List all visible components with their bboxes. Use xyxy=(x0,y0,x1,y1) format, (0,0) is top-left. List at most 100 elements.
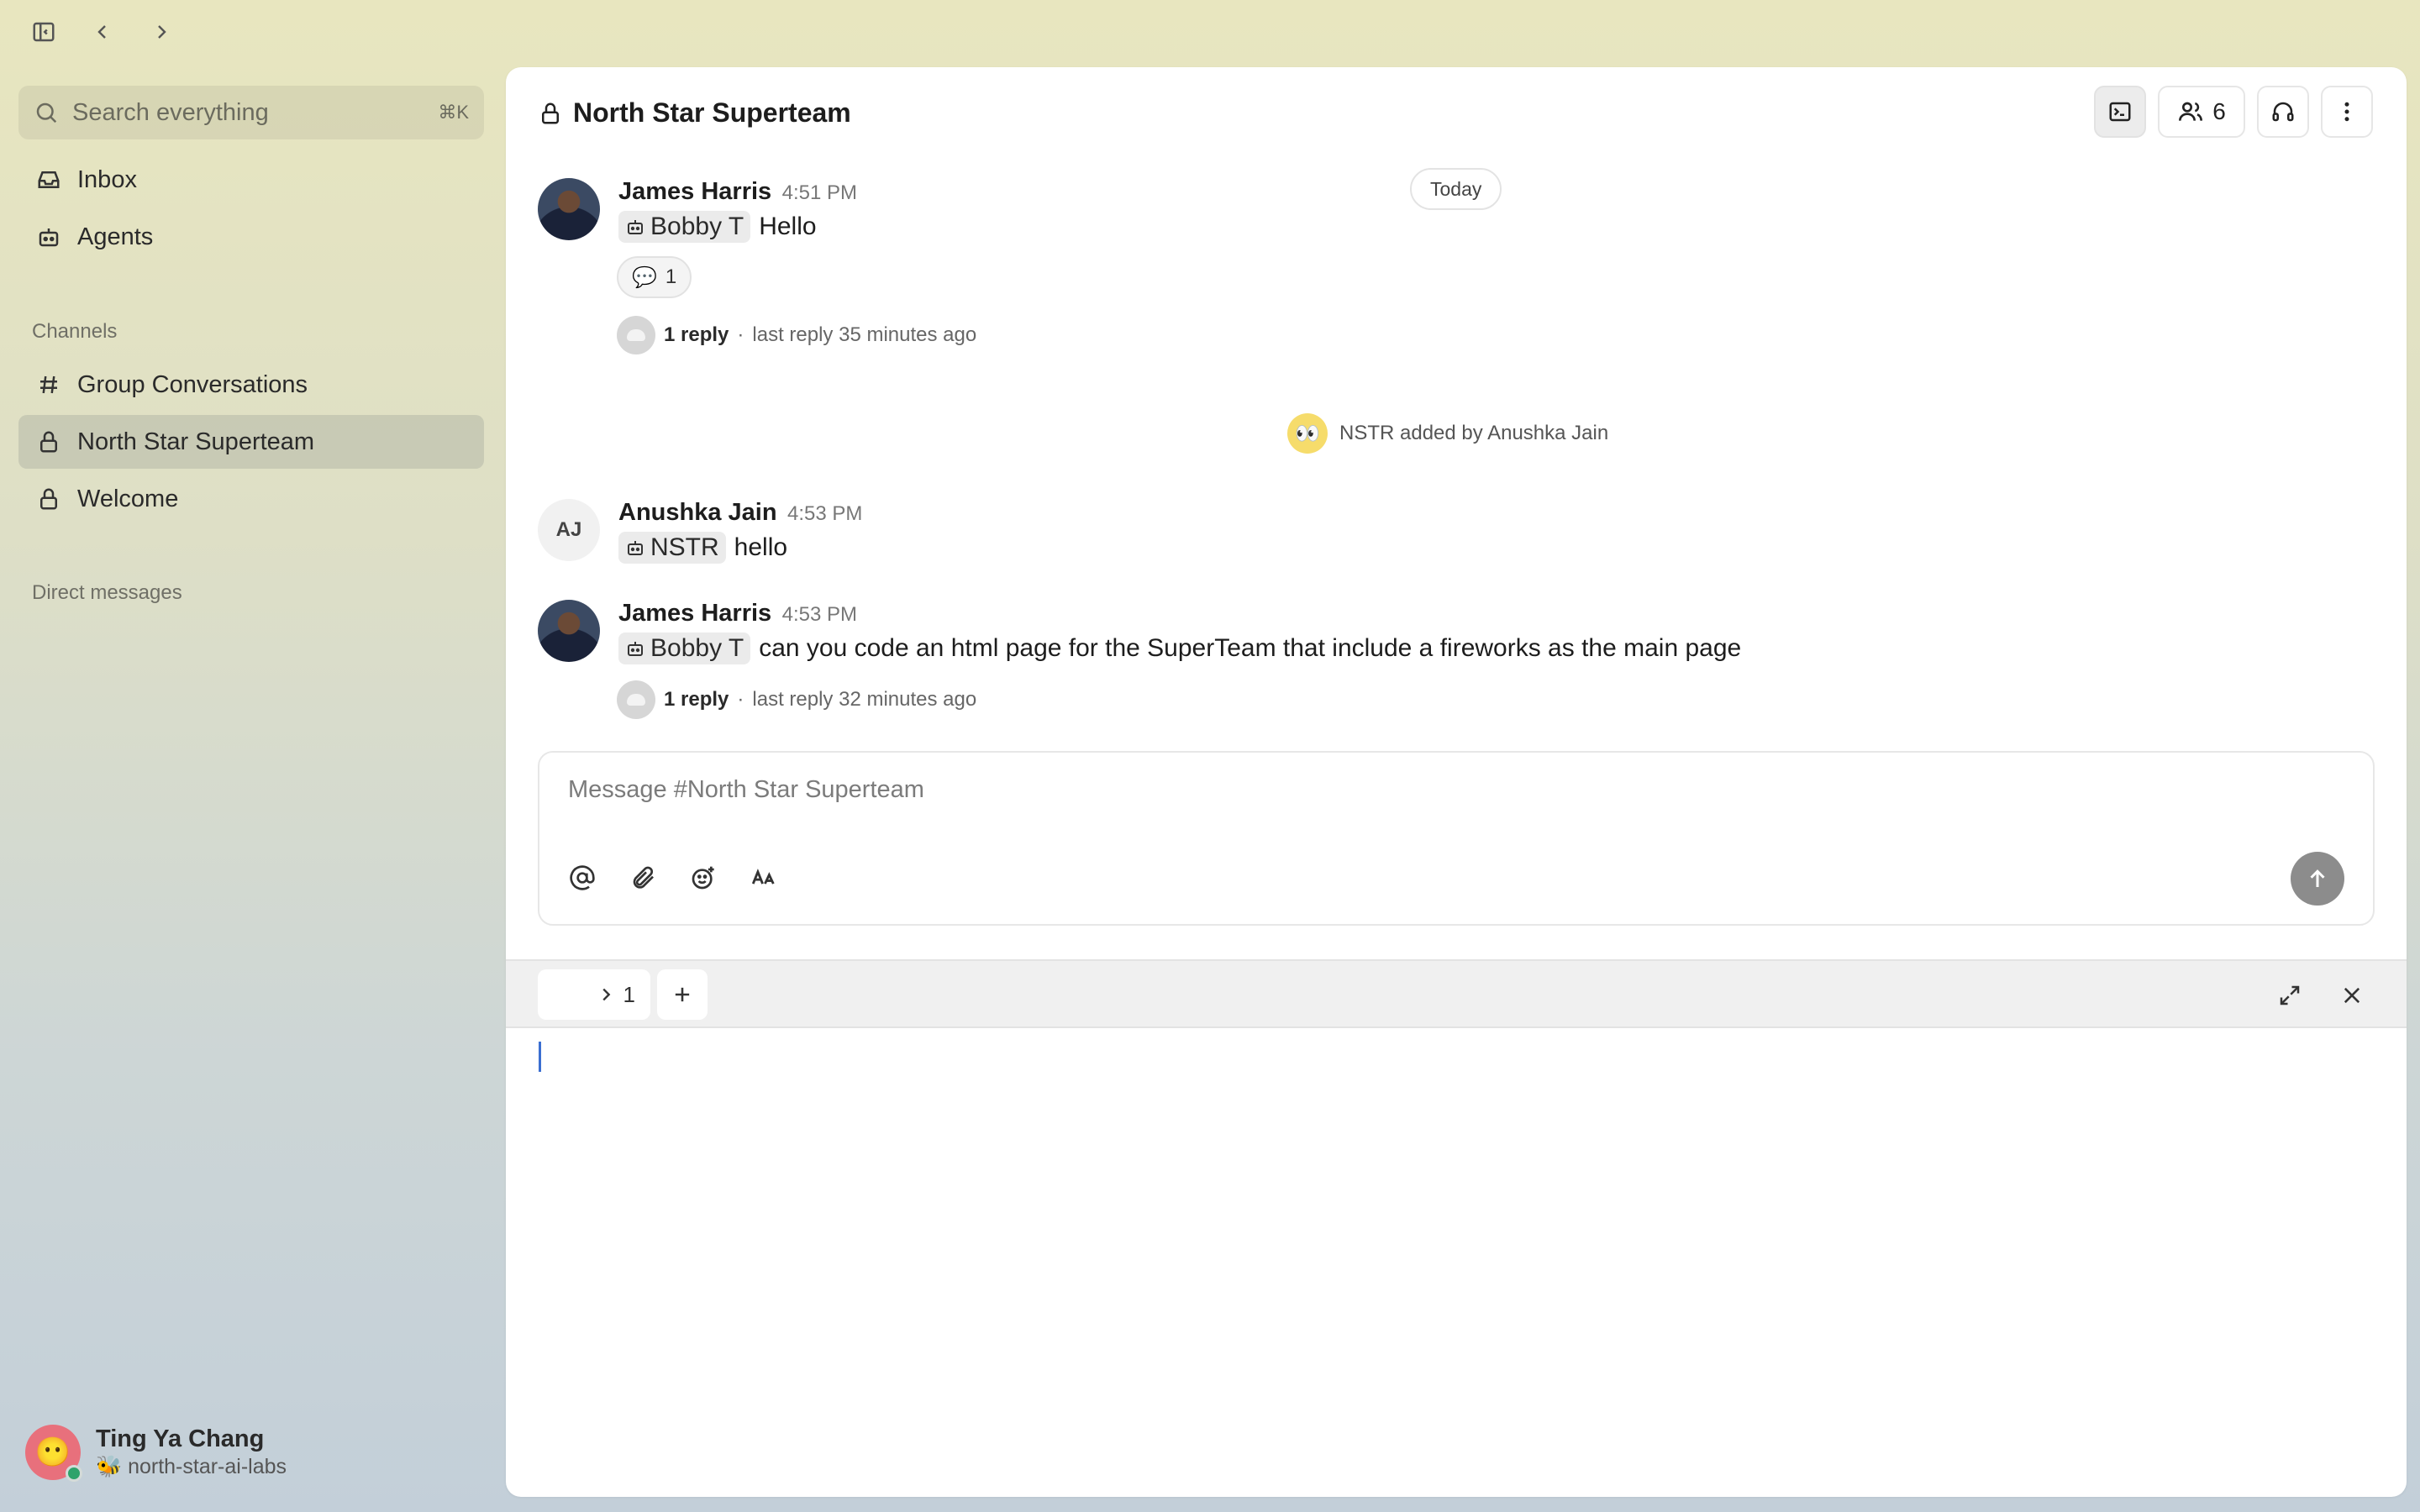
thread-replies[interactable]: 1 reply · last reply 35 minutes ago xyxy=(617,316,976,354)
search-placeholder: Search everything xyxy=(72,98,269,126)
header-actions: 6 xyxy=(2094,86,2373,138)
sidebar-item-group-conversations[interactable]: Group Conversations xyxy=(18,358,484,412)
last-reply: last reply 32 minutes ago xyxy=(752,688,977,711)
mention-button[interactable] xyxy=(565,860,600,895)
terminal-cursor[interactable] xyxy=(539,1042,541,1072)
bot-icon xyxy=(34,222,64,252)
bot-icon xyxy=(625,538,645,558)
avatar[interactable]: AJ xyxy=(538,499,600,561)
emoji-button[interactable] xyxy=(686,860,721,895)
sidebar-item-label: Inbox xyxy=(77,165,137,193)
message-time: 4:53 PM xyxy=(781,603,858,626)
expand-terminal-button[interactable] xyxy=(2269,974,2311,1016)
channel-title-text: North Star Superteam xyxy=(573,97,851,128)
message-author[interactable]: Anushka Jain xyxy=(618,499,777,526)
avatar[interactable] xyxy=(538,178,600,240)
agent-mention[interactable]: NSTR xyxy=(618,532,726,564)
sidebar-item-agents[interactable]: Agents xyxy=(18,210,484,264)
channel-title: North Star Superteam xyxy=(538,97,851,129)
message-time: 4:51 PM xyxy=(781,181,858,204)
more-vertical-icon xyxy=(2334,99,2360,124)
sidebar-toggle-icon[interactable] xyxy=(25,15,62,49)
new-terminal-button[interactable] xyxy=(657,969,708,1020)
paperclip-icon xyxy=(629,864,656,891)
system-event-text: NSTR added by Anushka Jain xyxy=(1339,422,1609,444)
current-user[interactable]: 😶 Ting Ya Chang 🐝 north-star-ai-labs xyxy=(25,1425,287,1482)
thread-replies[interactable]: 1 reply · last reply 32 minutes ago xyxy=(617,680,976,719)
terminal-icon xyxy=(2107,99,2133,124)
search-input[interactable]: Search everything ⌘K xyxy=(18,86,484,139)
agent-mention[interactable]: Bobby T xyxy=(618,633,751,664)
forward-arrow-icon[interactable] xyxy=(143,15,180,49)
chevron-right-icon xyxy=(597,985,615,1004)
avatar-emoji: 😶 xyxy=(34,1436,71,1468)
more-options-button[interactable] xyxy=(2321,86,2373,138)
at-sign-icon xyxy=(569,864,596,891)
attach-button[interactable] xyxy=(625,860,660,895)
lock-icon xyxy=(538,101,563,126)
close-terminal-button[interactable] xyxy=(2331,974,2373,1016)
huddle-button[interactable] xyxy=(2257,86,2309,138)
plus-icon xyxy=(671,983,694,1006)
direct-messages-heading: Direct messages xyxy=(32,581,182,604)
bot-icon xyxy=(625,217,645,237)
last-reply: last reply 35 minutes ago xyxy=(752,323,977,346)
close-icon xyxy=(2340,984,2364,1007)
back-arrow-icon[interactable] xyxy=(84,15,121,49)
terminal-toggle-button[interactable] xyxy=(2094,86,2146,138)
separator-dot: · xyxy=(737,688,744,711)
date-divider: Today xyxy=(1410,168,1502,210)
user-name: Ting Ya Chang xyxy=(96,1425,265,1452)
text-format-button[interactable] xyxy=(746,860,781,895)
message-author[interactable]: James Harris xyxy=(618,178,771,205)
message-text: can you code an html page for the SuperT… xyxy=(759,634,1742,662)
mention-label: NSTR xyxy=(650,533,719,561)
sidebar-item-label: Agents xyxy=(77,223,154,250)
arrow-up-icon xyxy=(2305,866,2330,891)
user-org: 🐝 north-star-ai-labs xyxy=(96,1455,287,1478)
mention-label: Bobby T xyxy=(650,634,744,662)
sidebar-item-north-star-superteam[interactable]: North Star Superteam xyxy=(18,415,484,469)
channels-heading: Channels xyxy=(32,320,118,343)
search-shortcut: ⌘K xyxy=(438,102,469,123)
online-status-dot xyxy=(66,1465,82,1482)
composer-toolbar xyxy=(565,860,781,895)
mention-label: Bobby T xyxy=(650,213,744,240)
separator-dot: · xyxy=(737,323,744,346)
agent-mention[interactable]: Bobby T xyxy=(618,211,751,243)
reaction-emoji: 💬 xyxy=(632,265,657,289)
reply-count: 1 reply xyxy=(664,323,729,346)
eyes-emoji: 👀 xyxy=(1287,413,1328,454)
reply-avatar xyxy=(617,316,655,354)
message-time: 4:53 PM xyxy=(787,502,863,525)
search-icon xyxy=(34,100,59,125)
maximize-icon xyxy=(2277,983,2302,1008)
reaction-count: 1 xyxy=(665,265,677,288)
reaction-chip[interactable]: 💬 1 xyxy=(617,256,692,298)
system-event: 👀 NSTR added by Anushka Jain xyxy=(1287,413,1608,454)
reply-count: 1 reply xyxy=(664,688,729,711)
hash-icon xyxy=(34,370,64,400)
inbox-icon xyxy=(34,165,64,195)
terminal-controls xyxy=(2269,974,2373,1016)
sidebar-item-welcome[interactable]: Welcome xyxy=(18,472,484,526)
terminal-tab[interactable]: 1 xyxy=(538,969,650,1020)
message-text: hello xyxy=(734,533,788,561)
message-text: Hello xyxy=(759,213,817,240)
sidebar-item-inbox[interactable]: Inbox xyxy=(18,153,484,207)
lock-icon xyxy=(34,427,64,457)
terminal-tab-bar: 1 xyxy=(506,959,2407,1028)
terminal-tab-label: 1 xyxy=(623,981,635,1007)
message-composer[interactable]: Message #North Star Superteam xyxy=(538,751,2375,926)
channel-panel: North Star Superteam 6 Today James Harri… xyxy=(506,67,2407,1497)
message-author[interactable]: James Harris xyxy=(618,600,771,627)
reply-avatar xyxy=(617,680,655,719)
sidebar-item-label: Welcome xyxy=(77,485,179,512)
text-size-icon xyxy=(750,864,778,892)
avatar[interactable] xyxy=(538,600,600,662)
users-icon xyxy=(2177,98,2204,125)
sidebar-item-label: Group Conversations xyxy=(77,370,308,398)
send-button[interactable] xyxy=(2291,852,2344,906)
members-button[interactable]: 6 xyxy=(2158,86,2245,138)
member-count: 6 xyxy=(2212,98,2226,124)
